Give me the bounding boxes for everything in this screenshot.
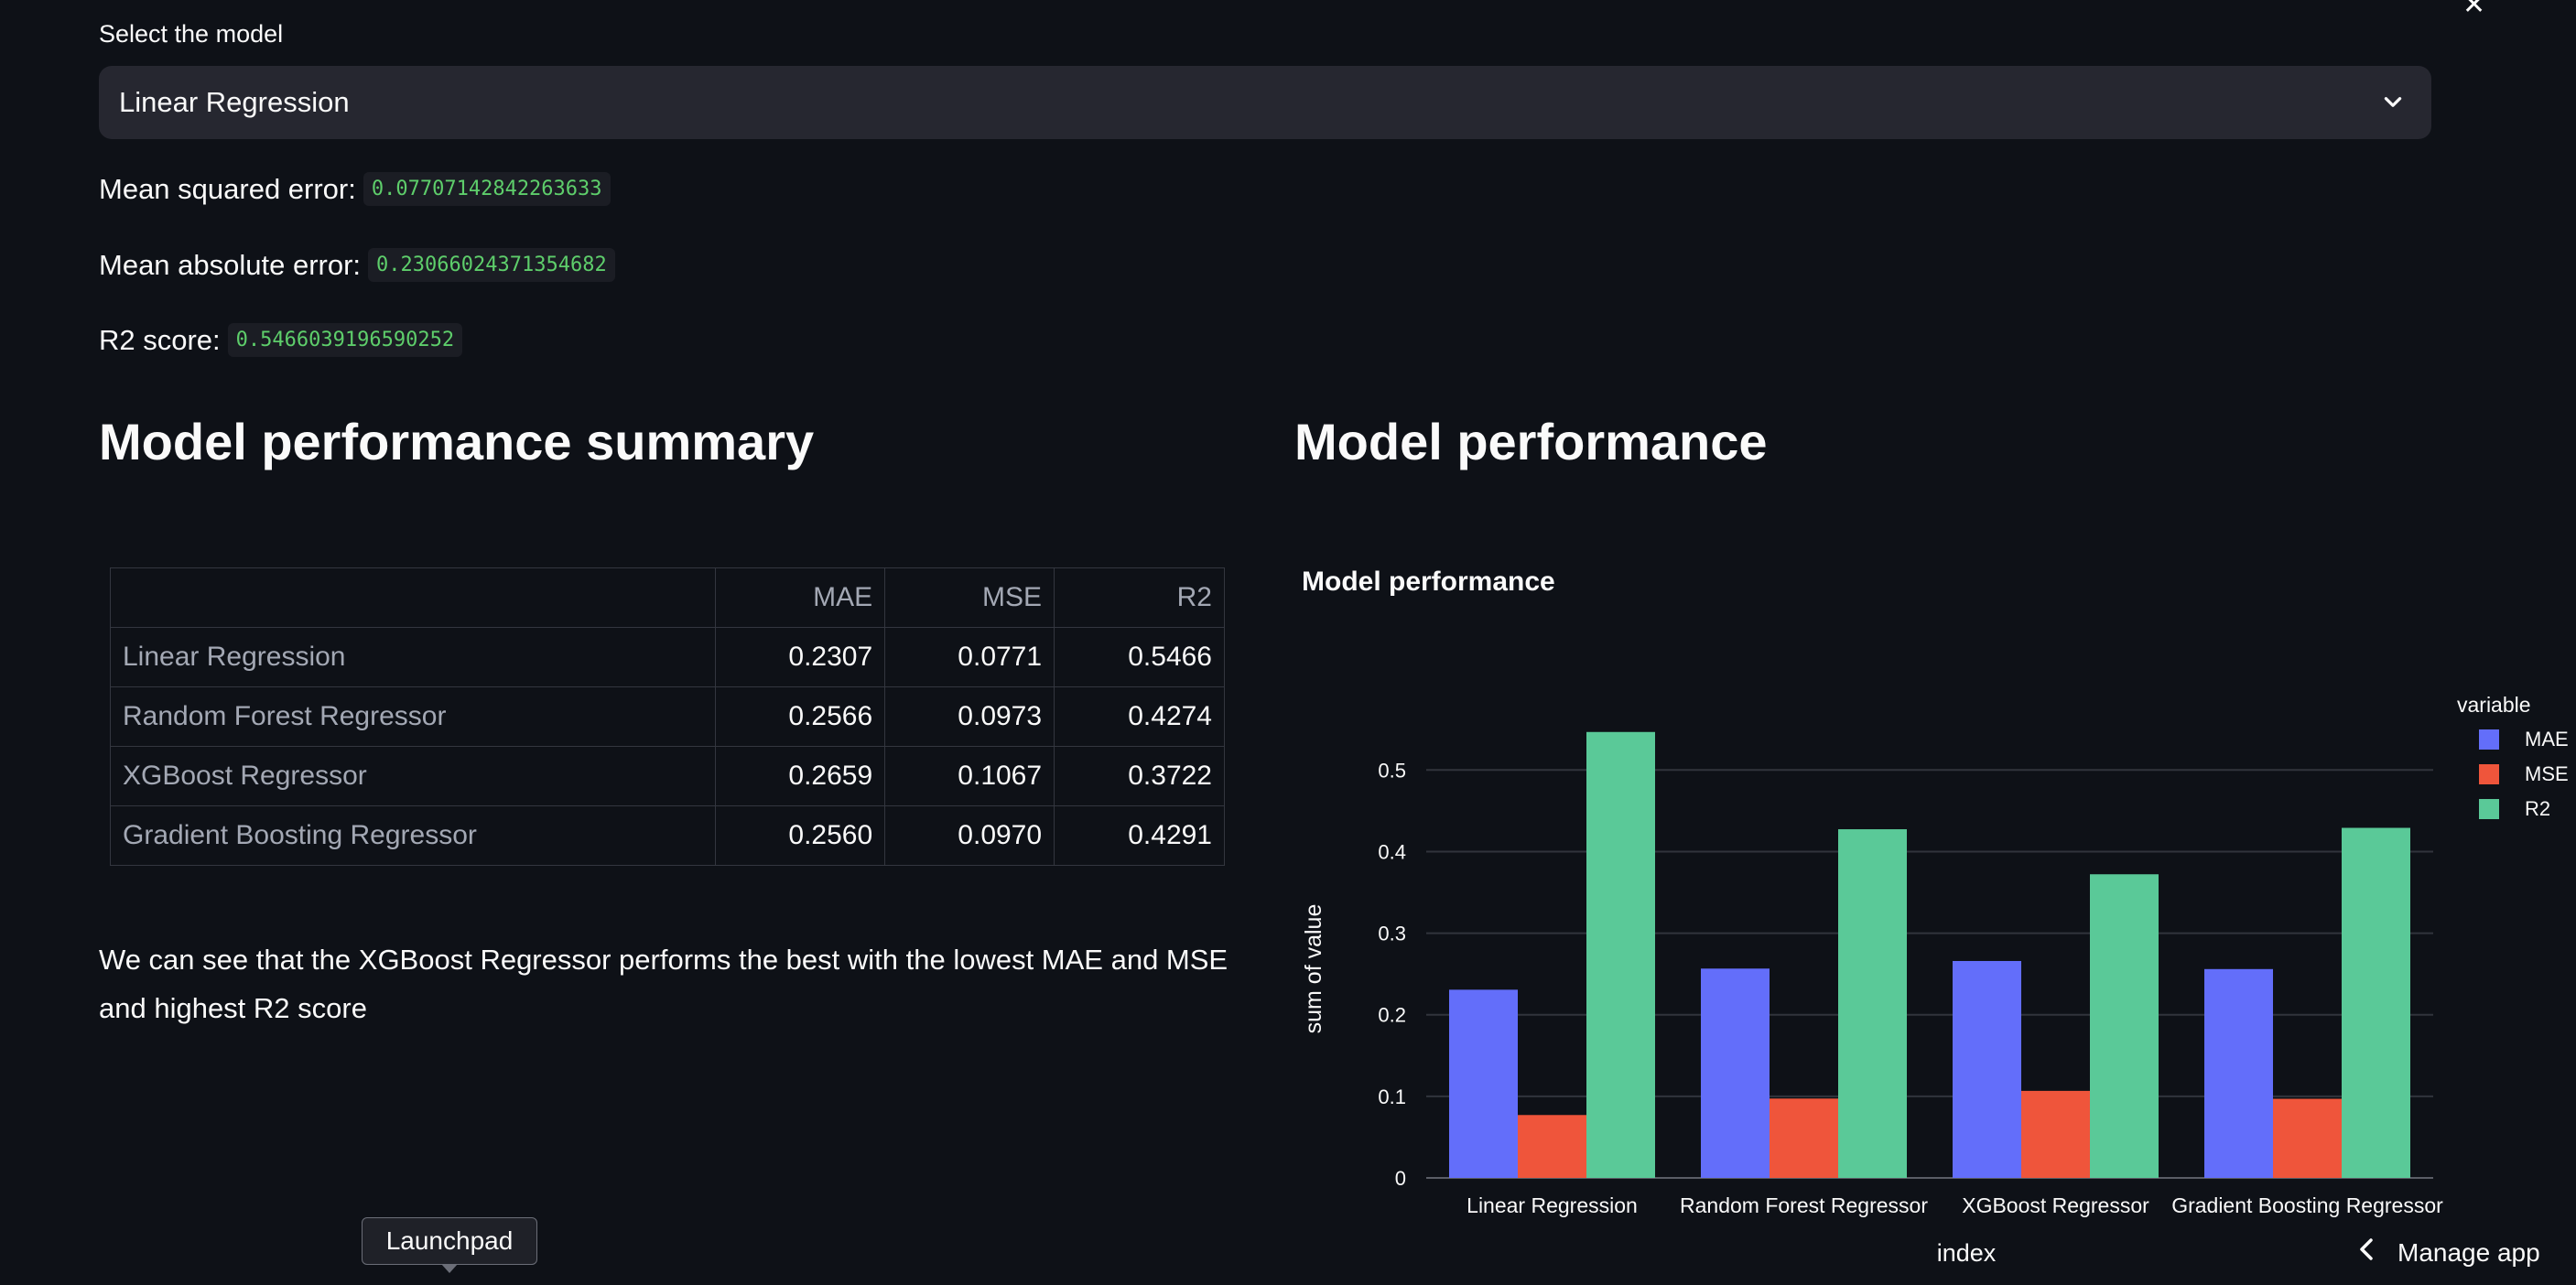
legend-item-mae[interactable]: MAE — [2479, 728, 2569, 751]
mae-value: 0.23066024371354682 — [368, 248, 615, 282]
x-axis-label: index — [1937, 1239, 1997, 1267]
cell-mae: 0.2659 — [715, 746, 886, 806]
x-tick-label: Linear Regression — [1467, 1193, 1638, 1217]
legend-label-mae: MAE — [2525, 728, 2569, 750]
r2-value: 0.5466039196590252 — [227, 323, 463, 357]
model-select[interactable]: Linear Regression — [99, 66, 2431, 139]
legend-item-mse[interactable]: MSE — [2479, 762, 2569, 786]
y-tick-label: 0.1 — [1378, 1085, 1406, 1108]
cell-r2: 0.3722 — [1054, 746, 1225, 806]
cell-mse: 0.0973 — [884, 686, 1055, 747]
tooltip-pointer — [441, 1264, 458, 1273]
bar-mse[interactable] — [1518, 1115, 1586, 1178]
table-header-row: MAE MSE R2 — [109, 567, 1225, 628]
legend-title: variable — [2457, 693, 2531, 717]
bar-r2[interactable] — [1586, 731, 1655, 1178]
r2-label: R2 score: — [99, 323, 221, 356]
x-tick-label: Gradient Boosting Regressor — [2171, 1193, 2443, 1217]
legend-item-r2[interactable]: R2 — [2479, 797, 2550, 821]
bar-mae[interactable] — [1953, 960, 2021, 1178]
legend-swatch-mse — [2479, 764, 2499, 784]
bar-mse[interactable] — [2273, 1098, 2342, 1178]
bar-mae[interactable] — [1449, 989, 1518, 1178]
mse-metric: Mean squared error: 0.07707142842263633 — [99, 172, 611, 206]
manage-app-button[interactable]: Manage app — [2357, 1237, 2540, 1268]
x-tick-label: Random Forest Regressor — [1680, 1193, 1928, 1217]
row-name: Gradient Boosting Regressor — [109, 805, 717, 866]
bar-r2[interactable] — [1838, 829, 1907, 1178]
row-name: XGBoost Regressor — [109, 746, 717, 806]
y-tick-label: 0 — [1395, 1167, 1406, 1190]
close-icon[interactable]: ✕ — [2462, 0, 2485, 21]
y-axis-label: sum of value — [1301, 904, 1326, 1034]
row-name: Linear Regression — [109, 627, 717, 687]
cell-r2: 0.5466 — [1054, 627, 1225, 687]
model-select-value: Linear Regression — [119, 86, 350, 118]
summary-table: MAE MSE R2 Linear Regression 0.2307 0.07… — [109, 567, 1225, 866]
table-header-index — [109, 567, 717, 628]
mae-label: Mean absolute error: — [99, 248, 362, 281]
y-tick-label: 0.2 — [1378, 1004, 1406, 1027]
bar-r2[interactable] — [2342, 827, 2410, 1178]
chart-title: Model performance — [1302, 567, 1555, 597]
summary-heading: Model performance summary — [99, 413, 815, 470]
cell-mae: 0.2560 — [715, 805, 886, 866]
chevron-down-icon — [2375, 84, 2411, 121]
cell-mae: 0.2566 — [715, 686, 886, 747]
table-header-mse: MSE — [884, 567, 1055, 628]
y-tick-label: 0.5 — [1378, 759, 1406, 782]
mse-value: 0.07707142842263633 — [363, 172, 611, 206]
model-performance-chart[interactable]: Model performance 0 0.1 0.2 0.3 0.4 0.5 Linea… — [1291, 549, 2444, 1281]
x-tick-label: XGBoost Regressor — [1962, 1193, 2149, 1217]
cell-mae: 0.2307 — [715, 627, 886, 687]
cell-r2: 0.4274 — [1054, 686, 1225, 747]
table-header-mae: MAE — [715, 567, 886, 628]
legend-label-r2: R2 — [2525, 797, 2551, 820]
bar-mae[interactable] — [1701, 968, 1770, 1178]
cell-mse: 0.0771 — [884, 627, 1055, 687]
y-tick-label: 0.3 — [1378, 923, 1406, 945]
mae-metric: Mean absolute error: 0.23066024371354682 — [99, 248, 615, 282]
cell-r2: 0.4291 — [1054, 805, 1225, 866]
legend-swatch-r2 — [2479, 799, 2499, 819]
table-row: Linear Regression 0.2307 0.0771 0.5466 — [109, 627, 1225, 687]
summary-paragraph: We can see that the XGBoost Regressor pe… — [99, 944, 1228, 1024]
bar-mse[interactable] — [2021, 1090, 2090, 1178]
table-header-r2: R2 — [1054, 567, 1225, 628]
legend-label-mse: MSE — [2525, 762, 2569, 785]
manage-app-label: Manage app — [2397, 1237, 2540, 1267]
model-select-label: Select the model — [99, 20, 284, 48]
y-tick-label: 0.4 — [1378, 840, 1406, 863]
launchpad-tooltip: Launchpad — [362, 1217, 537, 1265]
legend-swatch-mae — [2479, 729, 2499, 750]
row-name: Random Forest Regressor — [109, 686, 717, 747]
bar-mae[interactable] — [2204, 968, 2273, 1178]
bar-mse[interactable] — [1770, 1098, 1838, 1178]
cell-mse: 0.0970 — [884, 805, 1055, 866]
chart-heading: Model performance — [1294, 413, 1768, 470]
cell-mse: 0.1067 — [884, 746, 1055, 806]
table-row: Gradient Boosting Regressor 0.2560 0.097… — [109, 805, 1225, 866]
chevron-left-icon — [2357, 1237, 2376, 1268]
table-row: Random Forest Regressor 0.2566 0.0973 0.… — [109, 686, 1225, 747]
table-row: XGBoost Regressor 0.2659 0.1067 0.3722 — [109, 746, 1225, 806]
r2-metric: R2 score: 0.5466039196590252 — [99, 323, 463, 357]
bar-r2[interactable] — [2090, 874, 2159, 1178]
mse-label: Mean squared error: — [99, 172, 356, 205]
